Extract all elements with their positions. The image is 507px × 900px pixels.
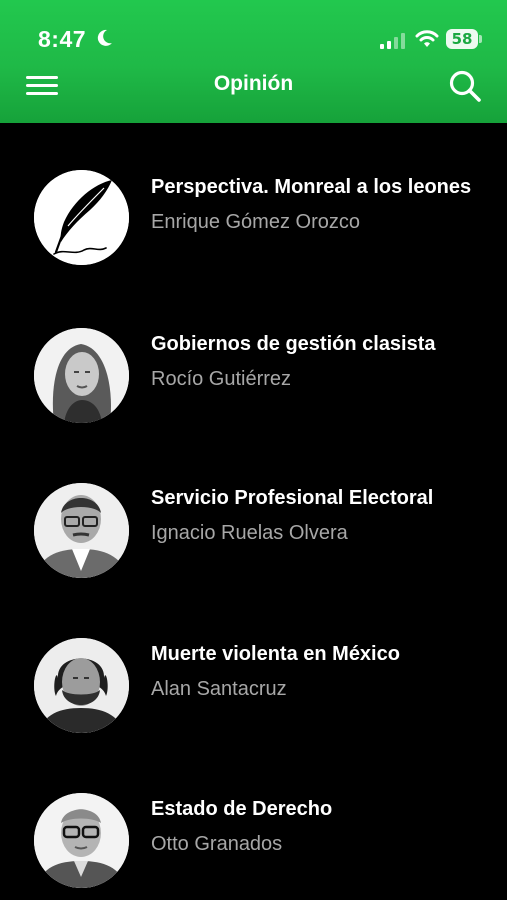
cellular-signal-icon — [380, 33, 405, 49]
quill-icon — [34, 170, 129, 265]
article-title: Estado de Derecho — [151, 798, 333, 820]
author-photo — [34, 638, 129, 733]
status-bar: 8:47 58 — [0, 0, 507, 62]
article-author: Rocío Gutiérrez — [151, 368, 292, 390]
search-icon[interactable] — [448, 69, 482, 103]
quill-logo-avatar — [34, 170, 129, 265]
top-bar: 8:47 58 Opinión — [0, 0, 507, 123]
author-photo — [34, 793, 129, 888]
list-item[interactable]: Perspectiva. Monreal a los leones Enriqu… — [0, 170, 507, 290]
moon-icon — [97, 29, 112, 46]
article-author: Alan Santacruz — [151, 678, 287, 700]
author-photo — [34, 328, 129, 423]
wifi-icon — [415, 30, 439, 47]
article-author: Ignacio Ruelas Olvera — [151, 522, 348, 544]
list-item[interactable]: Muerte violenta en México Alan Santacruz — [0, 638, 507, 758]
article-author: Enrique Gómez Orozco — [151, 211, 360, 233]
list-item[interactable]: Servicio Profesional Electoral Ignacio R… — [0, 483, 507, 603]
article-title: Muerte violenta en México — [151, 643, 400, 665]
page-title: Opinión — [213, 72, 294, 95]
author-avatar — [34, 638, 129, 733]
status-time: 8:47 — [38, 26, 87, 52]
battery-level: 58 — [451, 30, 473, 48]
author-avatar — [34, 328, 129, 423]
article-title: Perspectiva. Monreal a los leones — [151, 176, 472, 198]
author-photo — [34, 483, 129, 578]
list-item[interactable]: Estado de Derecho Otto Granados — [0, 793, 507, 900]
author-avatar — [34, 793, 129, 888]
article-author: Otto Granados — [151, 833, 283, 855]
battery-icon: 58 — [446, 29, 482, 49]
author-avatar — [34, 483, 129, 578]
list-item[interactable]: Gobiernos de gestión clasista Rocío Guti… — [0, 328, 507, 448]
article-title: Servicio Profesional Electoral — [151, 487, 434, 509]
article-title: Gobiernos de gestión clasista — [151, 333, 436, 355]
